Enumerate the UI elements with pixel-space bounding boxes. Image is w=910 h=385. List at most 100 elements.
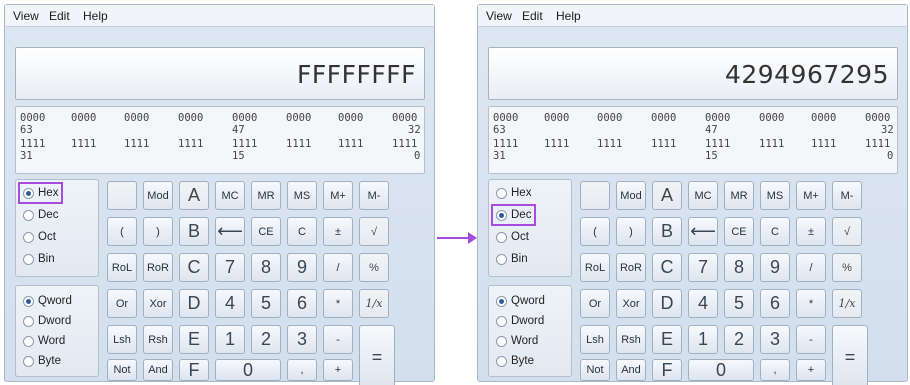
- rol-button[interactable]: RoL: [580, 253, 610, 282]
- hex-b-button[interactable]: B: [179, 217, 209, 246]
- mod-button[interactable]: Mod: [616, 181, 646, 210]
- subtract-button[interactable]: -: [323, 325, 353, 354]
- add-button[interactable]: +: [796, 359, 826, 381]
- radio-dec[interactable]: Dec: [490, 204, 537, 226]
- hex-c-button[interactable]: C: [179, 253, 209, 282]
- subtract-button[interactable]: -: [796, 325, 826, 354]
- plus-minus-button[interactable]: ±: [323, 217, 353, 246]
- radio-oct[interactable]: Oct: [20, 228, 59, 246]
- or-button[interactable]: Or: [580, 289, 610, 318]
- mminus-button[interactable]: M-: [359, 181, 389, 210]
- digit-2-button[interactable]: 2: [251, 325, 281, 354]
- rsh-button[interactable]: Rsh: [616, 325, 646, 354]
- digit-3-button[interactable]: 3: [760, 325, 790, 354]
- sqrt-button[interactable]: √: [359, 217, 389, 246]
- ror-button[interactable]: RoR: [143, 253, 173, 282]
- radio-word[interactable]: Word: [20, 332, 68, 350]
- percent-button[interactable]: %: [359, 253, 389, 282]
- mminus-button[interactable]: M-: [832, 181, 862, 210]
- percent-button[interactable]: %: [832, 253, 862, 282]
- clear-button[interactable]: C: [287, 217, 317, 246]
- radio-oct[interactable]: Oct: [493, 228, 532, 246]
- radio-dword[interactable]: Dword: [20, 312, 74, 330]
- menu-view[interactable]: View: [486, 9, 512, 23]
- radio-hex[interactable]: Hex: [493, 184, 534, 202]
- radio-dec[interactable]: Dec: [20, 206, 61, 224]
- mr-button[interactable]: MR: [251, 181, 281, 210]
- backspace-button[interactable]: ⟵: [215, 217, 245, 246]
- menu-edit[interactable]: Edit: [49, 9, 70, 23]
- mc-button[interactable]: MC: [215, 181, 245, 210]
- radio-bin[interactable]: Bin: [20, 250, 58, 268]
- hex-e-button[interactable]: E: [179, 325, 209, 354]
- hex-d-button[interactable]: D: [179, 289, 209, 318]
- digit-8-button[interactable]: 8: [724, 253, 754, 282]
- digit-4-button[interactable]: 4: [215, 289, 245, 318]
- menu-help[interactable]: Help: [556, 9, 581, 23]
- radio-qword[interactable]: Qword: [20, 292, 75, 310]
- xor-button[interactable]: Xor: [143, 289, 173, 318]
- reciprocal-button[interactable]: 1/x: [832, 289, 862, 318]
- add-button[interactable]: +: [323, 359, 353, 381]
- equals-button[interactable]: =: [359, 325, 395, 385]
- digit-0-button[interactable]: 0: [215, 359, 281, 381]
- menu-view[interactable]: View: [13, 9, 39, 23]
- hex-b-button[interactable]: B: [652, 217, 682, 246]
- hex-a-button[interactable]: A: [652, 181, 682, 210]
- digit-9-button[interactable]: 9: [760, 253, 790, 282]
- equals-button[interactable]: =: [832, 325, 868, 385]
- multiply-button[interactable]: *: [796, 289, 826, 318]
- divide-button[interactable]: /: [323, 253, 353, 282]
- rsh-button[interactable]: Rsh: [143, 325, 173, 354]
- decimal-button[interactable]: ,: [287, 359, 317, 381]
- or-button[interactable]: Or: [107, 289, 137, 318]
- rol-button[interactable]: RoL: [107, 253, 137, 282]
- mr-button[interactable]: MR: [724, 181, 754, 210]
- digit-4-button[interactable]: 4: [688, 289, 718, 318]
- ror-button[interactable]: RoR: [616, 253, 646, 282]
- digit-1-button[interactable]: 1: [688, 325, 718, 354]
- digit-5-button[interactable]: 5: [251, 289, 281, 318]
- radio-qword[interactable]: Qword: [493, 292, 548, 310]
- clear-entry-button[interactable]: CE: [251, 217, 281, 246]
- radio-byte[interactable]: Byte: [493, 352, 537, 370]
- clear-button[interactable]: C: [760, 217, 790, 246]
- backspace-button[interactable]: ⟵: [688, 217, 718, 246]
- hex-f-button[interactable]: F: [652, 359, 682, 381]
- divide-button[interactable]: /: [796, 253, 826, 282]
- digit-9-button[interactable]: 9: [287, 253, 317, 282]
- digit-0-button[interactable]: 0: [688, 359, 754, 381]
- lsh-button[interactable]: Lsh: [580, 325, 610, 354]
- lsh-button[interactable]: Lsh: [107, 325, 137, 354]
- decimal-button[interactable]: ,: [760, 359, 790, 381]
- not-button[interactable]: Not: [107, 359, 137, 381]
- digit-6-button[interactable]: 6: [287, 289, 317, 318]
- open-paren-button[interactable]: (: [580, 217, 610, 246]
- digit-5-button[interactable]: 5: [724, 289, 754, 318]
- ms-button[interactable]: MS: [760, 181, 790, 210]
- hex-f-button[interactable]: F: [179, 359, 209, 381]
- hex-d-button[interactable]: D: [652, 289, 682, 318]
- and-button[interactable]: And: [143, 359, 173, 381]
- radio-hex[interactable]: Hex: [17, 182, 64, 204]
- mc-button[interactable]: MC: [688, 181, 718, 210]
- and-button[interactable]: And: [616, 359, 646, 381]
- ms-button[interactable]: MS: [287, 181, 317, 210]
- radio-byte[interactable]: Byte: [20, 352, 64, 370]
- digit-6-button[interactable]: 6: [760, 289, 790, 318]
- radio-dword[interactable]: Dword: [493, 312, 547, 330]
- digit-8-button[interactable]: 8: [251, 253, 281, 282]
- clear-entry-button[interactable]: CE: [724, 217, 754, 246]
- menu-edit[interactable]: Edit: [522, 9, 543, 23]
- digit-7-button[interactable]: 7: [688, 253, 718, 282]
- not-button[interactable]: Not: [580, 359, 610, 381]
- xor-button[interactable]: Xor: [616, 289, 646, 318]
- close-paren-button[interactable]: ): [143, 217, 173, 246]
- hex-a-button[interactable]: A: [179, 181, 209, 210]
- open-paren-button[interactable]: (: [107, 217, 137, 246]
- mplus-button[interactable]: M+: [323, 181, 353, 210]
- hex-e-button[interactable]: E: [652, 325, 682, 354]
- hex-c-button[interactable]: C: [652, 253, 682, 282]
- digit-3-button[interactable]: 3: [287, 325, 317, 354]
- mplus-button[interactable]: M+: [796, 181, 826, 210]
